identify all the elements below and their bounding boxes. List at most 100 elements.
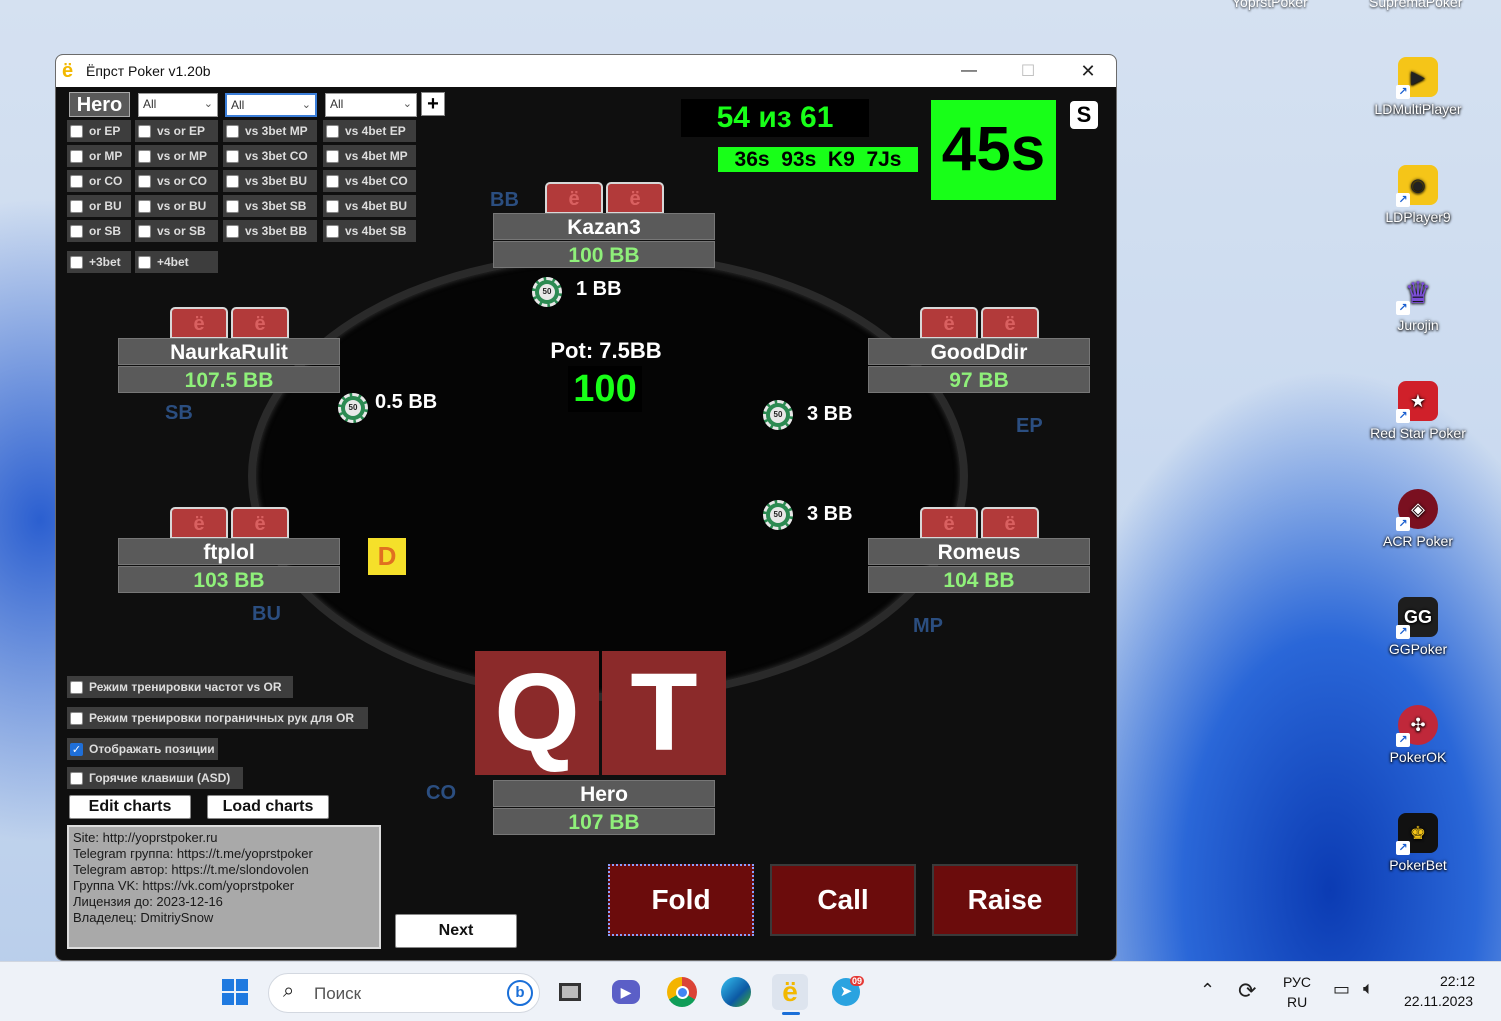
- network-icon[interactable]: ▭: [1333, 979, 1350, 1000]
- checkbox-box[interactable]: [138, 224, 151, 238]
- checkbox-box[interactable]: [226, 149, 239, 163]
- language-top[interactable]: РУС: [1283, 974, 1311, 990]
- checkbox-or-bu[interactable]: or BU: [67, 195, 131, 217]
- checkbox-box[interactable]: [70, 771, 83, 785]
- desktop-icon-jurojin[interactable]: ♛ ↗ Jurojin: [1358, 273, 1478, 333]
- checkbox-box[interactable]: [70, 224, 83, 238]
- ggpoker-icon: GG ↗: [1396, 597, 1438, 639]
- checkbox-box[interactable]: [326, 124, 339, 138]
- fold-button[interactable]: Fold: [608, 864, 754, 936]
- checkbox-vs-3bet-sb[interactable]: vs 3bet SB: [223, 195, 317, 217]
- minimize-button[interactable]: —: [940, 55, 998, 87]
- clock-date[interactable]: 22.11.2023: [1404, 993, 1473, 1009]
- task-view-icon[interactable]: [552, 974, 588, 1010]
- call-button[interactable]: Call: [770, 864, 916, 936]
- checkbox-box[interactable]: [326, 199, 339, 213]
- checkbox-vs-3bet-mp[interactable]: vs 3bet MP: [223, 120, 317, 142]
- checkbox-or-ep[interactable]: or EP: [67, 120, 131, 142]
- option-hotkeys[interactable]: Горячие клавиши (ASD): [67, 767, 243, 789]
- checkbox-box[interactable]: [226, 199, 239, 213]
- yoprst-poker-taskbar-icon[interactable]: ё: [772, 974, 808, 1010]
- checkbox-or-mp[interactable]: or MP: [67, 145, 131, 167]
- checkbox-or-sb[interactable]: or SB: [67, 220, 131, 242]
- player-name: Kazan3: [493, 213, 715, 240]
- checkbox-vs-3bet-co[interactable]: vs 3bet CO: [223, 145, 317, 167]
- jurojin-icon: ♛ ↗: [1396, 273, 1438, 315]
- language-bottom[interactable]: RU: [1287, 994, 1307, 1010]
- checkbox-vs-4bet-sb[interactable]: vs 4bet SB: [323, 220, 416, 242]
- clock-time[interactable]: 22:12: [1440, 973, 1475, 989]
- checkbox-box[interactable]: [326, 149, 339, 163]
- checkbox-vs-4bet-mp[interactable]: vs 4bet MP: [323, 145, 416, 167]
- checkbox-box[interactable]: [70, 124, 83, 138]
- chip-icon: 50: [763, 500, 793, 530]
- volume-icon[interactable]: 🔈︎: [1363, 978, 1374, 999]
- desktop-icon-ggpoker[interactable]: GG ↗ GGPoker: [1358, 597, 1478, 657]
- filter-select-2[interactable]: All ⌄: [225, 93, 317, 117]
- checkbox-box[interactable]: [138, 174, 151, 188]
- checkmark-icon[interactable]: ✓: [70, 742, 83, 756]
- hand-history: 36s 93s K9 7Js: [718, 147, 918, 172]
- desktop-icon-ldmultiplayer[interactable]: ▶ ↗ LDMultiPlayer: [1358, 57, 1478, 117]
- sync-icon[interactable]: ⟳: [1238, 978, 1256, 1004]
- desktop-icon-ldplayer9[interactable]: ◉ ↗ LDPlayer9: [1358, 165, 1478, 225]
- maximize-button[interactable]: ☐: [999, 55, 1057, 87]
- filter-select-1[interactable]: All ⌄: [138, 93, 218, 117]
- checkbox-vs-3bet-bu[interactable]: vs 3bet BU: [223, 170, 317, 192]
- checkbox-box[interactable]: [70, 711, 83, 725]
- checkbox-box[interactable]: [326, 224, 339, 238]
- checkbox-vs-or-co[interactable]: vs or CO: [135, 170, 218, 192]
- checkbox-box[interactable]: [70, 174, 83, 188]
- desktop-label-yoprstpoker[interactable]: YoprstPoker: [1232, 0, 1308, 10]
- desktop-label-supremapoker[interactable]: SupremaPoker: [1369, 0, 1462, 10]
- checkbox-box[interactable]: [138, 199, 151, 213]
- desktop-icon-pokerbet[interactable]: ♚ ↗ PokerBet: [1358, 813, 1478, 873]
- desktop-icon-pokerok[interactable]: ✣ ↗ PokerOK: [1358, 705, 1478, 765]
- option-show-positions[interactable]: ✓ Отображать позиции: [67, 738, 218, 760]
- checkbox-vs-or-bu[interactable]: vs or BU: [135, 195, 218, 217]
- search-box[interactable]: ⌕ Поиск b: [268, 973, 540, 1013]
- checkbox-box[interactable]: [138, 255, 151, 269]
- checkbox-box[interactable]: [70, 255, 83, 269]
- checkbox-plus-3bet[interactable]: +3bet: [67, 251, 131, 273]
- checkbox-vs-or-sb[interactable]: vs or SB: [135, 220, 218, 242]
- chat-icon[interactable]: ▶: [608, 974, 644, 1010]
- desktop-icon-acr[interactable]: ◈ ↗ ACR Poker: [1358, 489, 1478, 549]
- s-button[interactable]: S: [1070, 101, 1098, 129]
- close-button[interactable]: ✕: [1059, 55, 1116, 87]
- option-frequency-training[interactable]: Режим тренировки частот vs OR: [67, 676, 293, 698]
- checkbox-vs-4bet-co[interactable]: vs 4bet CO: [323, 170, 416, 192]
- chrome-icon[interactable]: [664, 974, 700, 1010]
- option-borderline-training[interactable]: Режим тренировки пограничных рук для OR: [67, 707, 368, 729]
- checkbox-box[interactable]: [138, 124, 151, 138]
- chevron-up-icon[interactable]: ⌃: [1200, 980, 1215, 1001]
- checkbox-box[interactable]: [138, 149, 151, 163]
- edge-icon[interactable]: [718, 974, 754, 1010]
- checkbox-box[interactable]: [70, 680, 83, 694]
- current-hand-display: 45s: [931, 100, 1056, 200]
- checkbox-box[interactable]: [226, 224, 239, 238]
- windows-start-icon[interactable]: [217, 974, 253, 1010]
- checkbox-vs-3bet-bb[interactable]: vs 3bet BB: [223, 220, 317, 242]
- bing-icon[interactable]: b: [507, 980, 533, 1006]
- telegram-icon[interactable]: ➤ 09: [828, 974, 865, 1010]
- checkbox-box[interactable]: [226, 174, 239, 188]
- checkbox-box[interactable]: [226, 124, 239, 138]
- checkbox-or-co[interactable]: or CO: [67, 170, 131, 192]
- title-bar[interactable]: ё Ёпрст Poker v1.20b — ☐ ✕: [56, 55, 1116, 87]
- next-button[interactable]: Next: [395, 914, 517, 948]
- checkbox-box[interactable]: [70, 199, 83, 213]
- checkbox-box[interactable]: [326, 174, 339, 188]
- load-charts-button[interactable]: Load charts: [207, 795, 329, 819]
- checkbox-plus-4bet[interactable]: +4bet: [135, 251, 218, 273]
- checkbox-vs-4bet-ep[interactable]: vs 4bet EP: [323, 120, 416, 142]
- checkbox-box[interactable]: [70, 149, 83, 163]
- checkbox-vs-or-mp[interactable]: vs or MP: [135, 145, 218, 167]
- checkbox-vs-4bet-bu[interactable]: vs 4bet BU: [323, 195, 416, 217]
- checkbox-vs-or-ep[interactable]: vs or EP: [135, 120, 218, 142]
- add-filter-button[interactable]: +: [421, 92, 445, 116]
- edit-charts-button[interactable]: Edit charts: [69, 795, 191, 819]
- desktop-icon-redstar[interactable]: ★ ↗ Red Star Poker: [1358, 381, 1478, 441]
- filter-select-3[interactable]: All ⌄: [325, 93, 417, 117]
- raise-button[interactable]: Raise: [932, 864, 1078, 936]
